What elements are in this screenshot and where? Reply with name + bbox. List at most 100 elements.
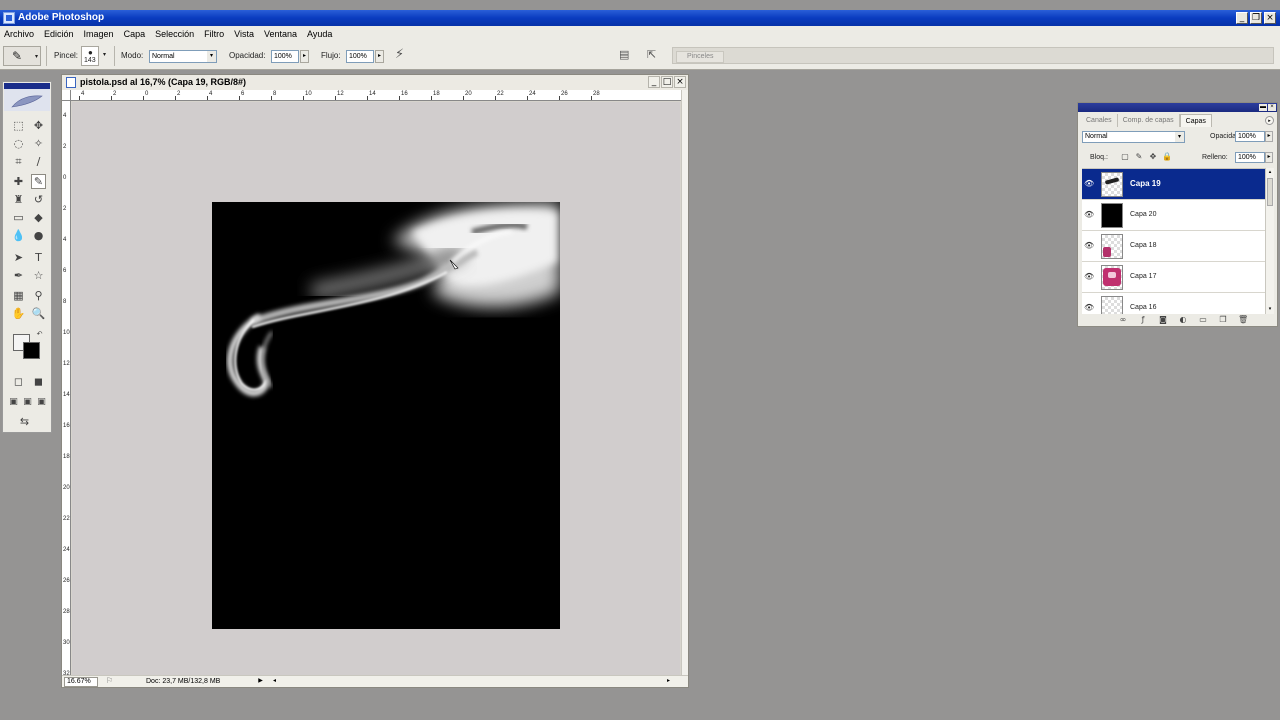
brush-preset-picker[interactable]: ● 143	[81, 46, 99, 66]
screen-mode-standard-icon[interactable]: ▣	[6, 394, 21, 409]
fill-arrow[interactable]: ▸	[1265, 152, 1273, 163]
status-menu-arrow[interactable]: ▶	[256, 677, 265, 686]
doc-close-button[interactable]: ×	[674, 76, 686, 88]
lasso-tool-icon[interactable]: ◌	[11, 136, 26, 151]
flow-input[interactable]: 100%	[346, 50, 374, 63]
zoom-tool-icon[interactable]: 🔍	[31, 306, 46, 321]
tab-canales[interactable]: Canales	[1081, 114, 1118, 127]
tab-pinceles[interactable]: Pinceles	[676, 51, 725, 63]
slice-tool-icon[interactable]: ∕	[31, 154, 46, 169]
clone-stamp-tool-icon[interactable]: ♜	[11, 192, 26, 207]
menu-archivo[interactable]: Archivo	[4, 29, 34, 39]
tab-capas[interactable]: Capas	[1179, 114, 1212, 127]
new-layer-icon[interactable]: ❐	[1218, 315, 1228, 325]
layer-row-capa-19[interactable]: 👁 Capa 19	[1082, 169, 1265, 200]
menu-seleccion[interactable]: Selección	[155, 29, 194, 39]
scroll-up-arrow[interactable]: ▴	[1266, 168, 1274, 177]
visibility-eye-icon[interactable]: 👁	[1084, 241, 1094, 251]
brush-dropdown-arrow[interactable]: ▾	[103, 51, 106, 58]
menu-imagen[interactable]: Imagen	[84, 29, 114, 39]
doc-maximize-button[interactable]: □	[661, 76, 673, 88]
vertical-ruler[interactable]: 420246810121416182022242628303234	[62, 101, 71, 676]
hand-tool-icon[interactable]: ✋	[11, 306, 26, 321]
scroll-right-arrow[interactable]: ▸	[664, 677, 673, 686]
panel-menu-button[interactable]: ▸	[1265, 116, 1274, 125]
horizontal-ruler[interactable]: 4 2 0 2 4 6 8 10 12 14 16 18 20 22 24 26 28	[71, 90, 681, 101]
layers-panel-title-bar[interactable]: ▬ ×	[1078, 103, 1277, 112]
document-title-bar[interactable]: pistola.psd al 16,7% (Capa 19, RGB/8#) _…	[62, 75, 688, 90]
panel-minimize-button[interactable]: ▬	[1259, 104, 1267, 111]
visibility-eye-icon[interactable]: 👁	[1084, 303, 1094, 313]
preview-icon[interactable]: ⚐	[106, 676, 113, 685]
menu-ventana[interactable]: Ventana	[264, 29, 297, 39]
visibility-eye-icon[interactable]: 👁	[1084, 210, 1094, 220]
menu-ayuda[interactable]: Ayuda	[307, 29, 332, 39]
restore-button[interactable]: ❐	[1250, 12, 1262, 24]
background-color-swatch[interactable]	[23, 342, 40, 359]
jump-to-imageready-icon[interactable]: ⇆	[17, 414, 32, 429]
canvas-workspace[interactable]	[72, 102, 680, 676]
quick-mask-mode-icon[interactable]: ◼	[31, 374, 46, 389]
mode-select[interactable]: Normal ▾	[149, 50, 217, 63]
document-canvas[interactable]	[212, 202, 560, 629]
ruler-origin[interactable]	[62, 90, 71, 101]
blend-mode-select[interactable]: Normal ▾	[1082, 131, 1185, 143]
opacity-input[interactable]: 100%	[271, 50, 299, 63]
scroll-left-arrow[interactable]: ◂	[270, 677, 279, 686]
tool-preset-picker[interactable]: ✎ ▾	[3, 46, 41, 66]
layer-row-capa-17[interactable]: 👁 Capa 17	[1082, 262, 1265, 293]
magic-wand-tool-icon[interactable]: ✧	[31, 136, 46, 151]
move-tool-icon[interactable]: ✥	[31, 118, 46, 133]
layer-row-capa-16[interactable]: 👁 Capa 16	[1082, 293, 1265, 314]
flow-slider-arrow[interactable]: ▸	[375, 50, 384, 63]
opacity-slider-arrow[interactable]: ▸	[300, 50, 309, 63]
add-mask-icon[interactable]: ◙	[1158, 315, 1168, 325]
menu-vista[interactable]: Vista	[234, 29, 254, 39]
delete-layer-icon[interactable]: 🗑	[1238, 315, 1248, 325]
fill-input[interactable]: 100%	[1235, 152, 1265, 163]
menu-edicion[interactable]: Edición	[44, 29, 74, 39]
layers-scrollbar[interactable]: ▴ ▾	[1265, 168, 1274, 314]
menu-capa[interactable]: Capa	[124, 29, 146, 39]
scroll-down-arrow[interactable]: ▾	[1266, 305, 1274, 314]
doc-minimize-button[interactable]: _	[648, 76, 660, 88]
notes-tool-icon[interactable]: ▦	[11, 288, 26, 303]
new-group-icon[interactable]: ▭	[1198, 315, 1208, 325]
eraser-tool-icon[interactable]: ▭	[11, 210, 26, 225]
layer-style-icon[interactable]: ƒ	[1138, 315, 1148, 325]
minimize-button[interactable]: _	[1236, 12, 1248, 24]
menu-filtro[interactable]: Filtro	[204, 29, 224, 39]
marquee-tool-icon[interactable]: ⬚	[11, 118, 26, 133]
layer-opacity-arrow[interactable]: ▸	[1265, 131, 1273, 142]
path-selection-tool-icon[interactable]: ➤	[11, 250, 26, 265]
tab-comp-de-capas[interactable]: Comp. de capas	[1118, 114, 1180, 127]
shape-tool-icon[interactable]: ☆	[31, 268, 46, 283]
close-button[interactable]: ×	[1264, 12, 1276, 24]
eyedropper-tool-icon[interactable]: ⚲	[31, 288, 46, 303]
panel-close-button[interactable]: ×	[1268, 104, 1276, 111]
link-layers-icon[interactable]: ∞	[1118, 315, 1128, 325]
history-brush-tool-icon[interactable]: ↺	[31, 192, 46, 207]
standard-mode-icon[interactable]: ◻	[11, 374, 26, 389]
lock-all-icon[interactable]: 🔒	[1162, 152, 1172, 162]
airbrush-icon[interactable]: ⚡	[395, 47, 404, 62]
adjustment-layer-icon[interactable]: ◐	[1178, 315, 1188, 325]
visibility-eye-icon[interactable]: 👁	[1084, 179, 1094, 189]
dodge-tool-icon[interactable]: ●	[31, 228, 46, 243]
zoom-level-input[interactable]: 16.67%	[64, 677, 98, 687]
layer-row-capa-18[interactable]: 👁 Capa 18	[1082, 231, 1265, 262]
visibility-eye-icon[interactable]: 👁	[1084, 272, 1094, 282]
paint-bucket-tool-icon[interactable]: ◆	[31, 210, 46, 225]
vertical-scrollbar[interactable]	[681, 90, 688, 676]
lock-image-icon[interactable]: ✎	[1134, 152, 1144, 162]
type-tool-icon[interactable]: T	[31, 250, 46, 265]
brush-tool-icon[interactable]: ✎	[31, 174, 46, 189]
crop-tool-icon[interactable]: ⌗	[11, 154, 26, 169]
pen-tool-icon[interactable]: ✒	[11, 268, 26, 283]
healing-brush-tool-icon[interactable]: ✚	[11, 174, 26, 189]
layer-opacity-input[interactable]: 100%	[1235, 131, 1265, 142]
swap-colors-icon[interactable]: ↶	[32, 326, 47, 341]
screen-mode-menubar-icon[interactable]: ▣	[20, 394, 35, 409]
lock-transparency-icon[interactable]: ▢	[1120, 152, 1130, 162]
screen-mode-full-icon[interactable]: ▣	[34, 394, 49, 409]
